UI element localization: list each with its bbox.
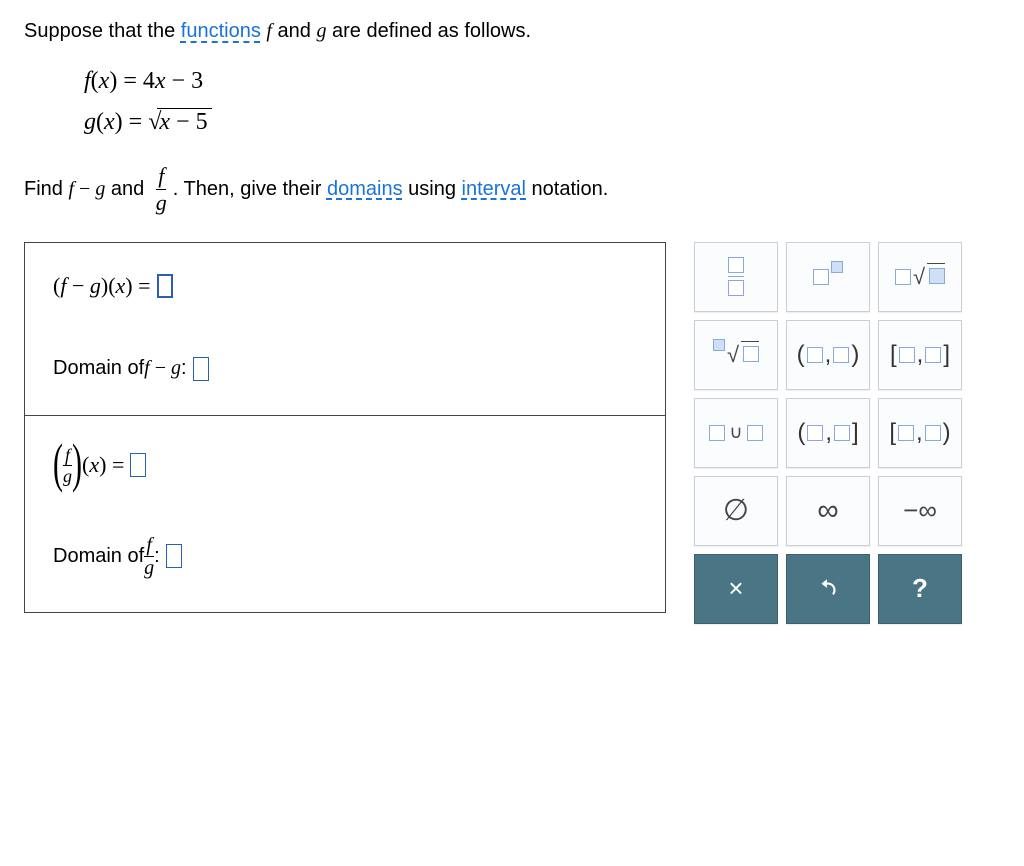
tool-neg-infinity[interactable]: −∞ <box>878 476 962 546</box>
undo-icon <box>815 576 841 602</box>
close-button[interactable]: × <box>694 554 778 624</box>
tool-half-open-left[interactable]: (,] <box>786 398 870 468</box>
close-icon: × <box>728 573 743 604</box>
def-f: f(x) = 4x − 3 <box>84 61 1000 102</box>
tool-open-interval[interactable]: (,) <box>786 320 870 390</box>
input-fg-domain[interactable] <box>193 357 209 381</box>
section-f-minus-g: (f − g)(x) = Domain of f − g : <box>25 243 665 415</box>
help-button[interactable]: ? <box>878 554 962 624</box>
input-quotient-expression[interactable] <box>130 453 146 477</box>
section-f-over-g: ( fg ) (x) = Domain of fg : <box>25 415 665 612</box>
tool-fraction[interactable] <box>694 242 778 312</box>
row-quotient-domain: Domain of fg : <box>53 535 637 578</box>
input-quotient-domain[interactable] <box>166 544 182 568</box>
input-fg-expression[interactable] <box>157 274 173 298</box>
row-fg-expression: (f − g)(x) = <box>53 273 637 299</box>
help-icon: ? <box>912 573 928 604</box>
link-domains[interactable]: domains <box>327 177 403 199</box>
tool-infinity[interactable]: ∞ <box>786 476 870 546</box>
link-interval[interactable]: interval <box>462 177 526 199</box>
instruction-line: Find f − g and fg. Then, give their doma… <box>24 165 1000 214</box>
link-functions[interactable]: functions <box>181 20 261 42</box>
tool-half-open-right[interactable]: [,) <box>878 398 962 468</box>
row-fg-domain: Domain of f − g : <box>53 357 637 381</box>
tool-union[interactable]: ∪ <box>694 398 778 468</box>
tool-closed-interval[interactable]: [,] <box>878 320 962 390</box>
answer-box: (f − g)(x) = Domain of f − g : ( fg ) (x… <box>24 242 666 613</box>
given-defs: f(x) = 4x − 3 g(x) = √x − 5 <box>84 61 1000 143</box>
tool-exponent[interactable] <box>786 242 870 312</box>
row-quotient-expression: ( fg ) (x) = <box>53 446 637 485</box>
tool-nth-root[interactable]: √ <box>694 320 778 390</box>
symbol-toolbox: √ √ (,) [,] ∪ (,] [,) ∅ ∞ −∞ × <box>694 242 962 624</box>
tool-empty-set[interactable]: ∅ <box>694 476 778 546</box>
prompt-line-1: Suppose that the functions f and g are d… <box>24 20 1000 43</box>
tool-times-sqrt[interactable]: √ <box>878 242 962 312</box>
def-g: g(x) = √x − 5 <box>84 102 1000 143</box>
undo-button[interactable] <box>786 554 870 624</box>
